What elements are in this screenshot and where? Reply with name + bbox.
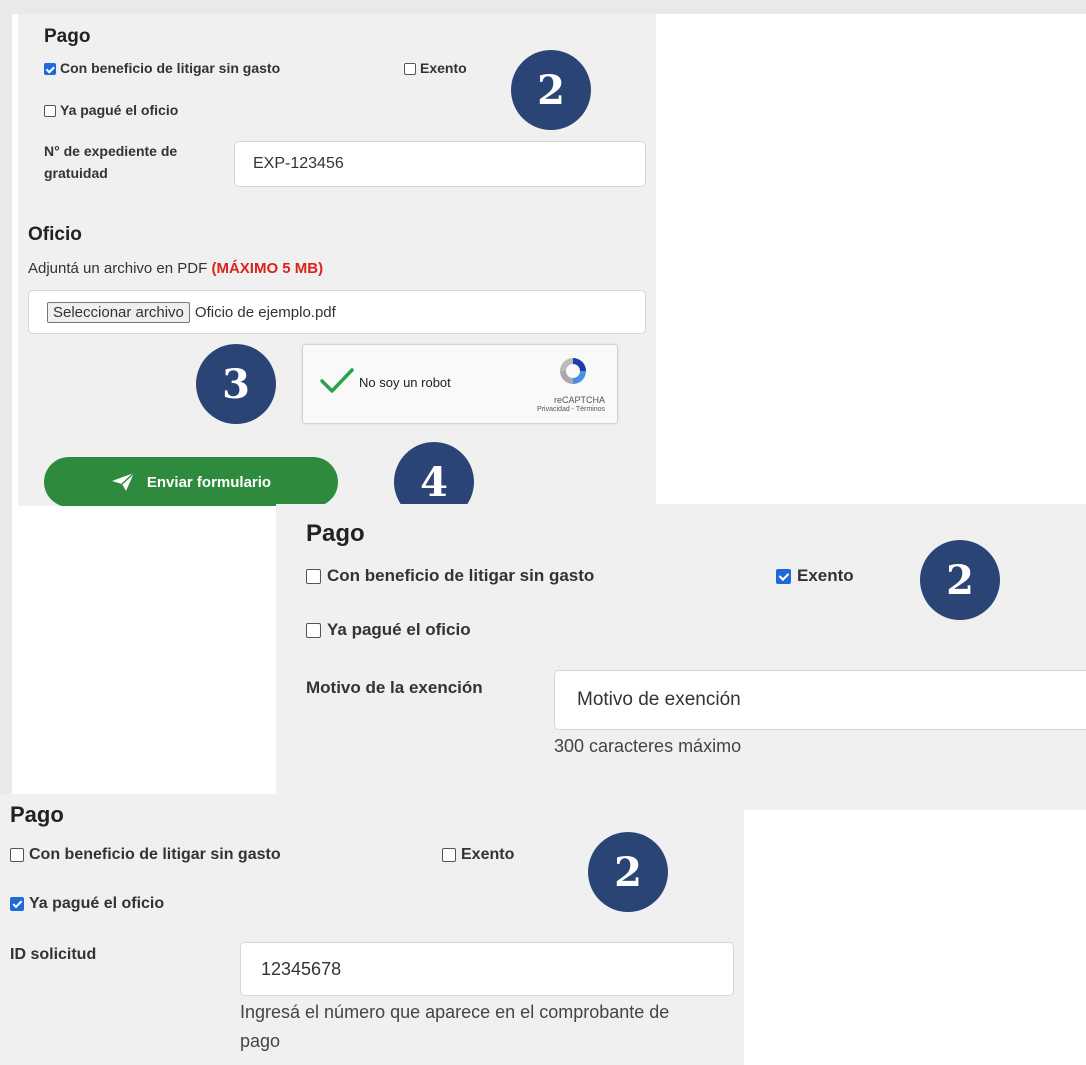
recaptcha-widget[interactable]: No soy un robot reCAPTCHA Privacidad - T… xyxy=(302,344,618,424)
recaptcha-brand: reCAPTCHA xyxy=(553,395,605,405)
id-solicitud-help-line2: pago xyxy=(240,1031,281,1051)
option-litigar-label: Con beneficio de litigar sin gasto xyxy=(60,60,281,76)
file-select-button[interactable]: Seleccionar archivo xyxy=(47,301,190,323)
top-backdrop xyxy=(0,0,1086,14)
option-pague[interactable]: Ya pagué el oficio xyxy=(44,102,178,118)
option-litigar-3-label: Con beneficio de litigar sin gasto xyxy=(29,846,281,863)
expediente-input-value: EXP-123456 xyxy=(253,155,344,172)
motivo-input[interactable]: Motivo de exención xyxy=(554,670,1086,730)
checkbox-exento[interactable] xyxy=(404,63,416,76)
option-pague-3-label: Ya pagué el oficio xyxy=(29,895,165,912)
id-solicitud-input[interactable]: 12345678 xyxy=(240,942,734,996)
option-pague-2-label: Ya pagué el oficio xyxy=(327,620,471,639)
step-badge-3: 3 xyxy=(196,344,276,424)
step-badge-2: 2 xyxy=(511,50,591,130)
oficio-description: Adjuntá un archivo en PDF (MÁXIMO 5 MB) xyxy=(28,260,323,277)
checkbox-litigar-3[interactable] xyxy=(10,847,24,862)
section-title-oficio: Oficio xyxy=(28,224,82,245)
checkbox-litigar-2[interactable] xyxy=(306,569,321,585)
option-litigar-2[interactable]: Con beneficio de litigar sin gasto xyxy=(306,566,594,586)
submit-button-label: Enviar formulario xyxy=(146,473,272,491)
oficio-description-text: Adjuntá un archivo en PDF xyxy=(28,260,208,277)
option-litigar[interactable]: Con beneficio de litigar sin gasto xyxy=(44,60,280,76)
section-title-pago: Pago xyxy=(44,26,91,47)
checkbox-pague-3[interactable] xyxy=(10,896,24,911)
option-exento-3[interactable]: Exento xyxy=(442,846,514,864)
option-litigar-3[interactable]: Con beneficio de litigar sin gasto xyxy=(10,846,281,864)
section-title-pago-3: Pago xyxy=(10,802,64,827)
option-exento-2-label: Exento xyxy=(797,566,854,585)
option-exento-2[interactable]: Exento xyxy=(776,566,854,586)
expediente-label-line1: N° de expediente de xyxy=(44,143,178,159)
left-backdrop xyxy=(0,0,12,800)
paper-plane-icon xyxy=(111,472,135,491)
oficio-max-size: (MÁXIMO 5 MB) xyxy=(211,260,324,277)
pago-panel-pague: Pago Con beneficio de litigar sin gasto … xyxy=(0,794,744,1065)
option-pague-2[interactable]: Ya pagué el oficio xyxy=(306,620,471,640)
checkbox-pague[interactable] xyxy=(44,105,56,118)
option-litigar-2-label: Con beneficio de litigar sin gasto xyxy=(327,566,595,585)
pago-panel-exento: Pago Con beneficio de litigar sin gasto … xyxy=(276,504,1086,810)
recaptcha-logo-icon xyxy=(560,358,586,384)
option-pague-3[interactable]: Ya pagué el oficio xyxy=(10,895,164,913)
checkbox-exento-3[interactable] xyxy=(442,847,456,862)
step-badge-2b: 2 xyxy=(920,540,1000,620)
step-badge-2c: 2 xyxy=(588,832,668,912)
submit-button[interactable]: Enviar formulario xyxy=(44,457,338,506)
id-solicitud-value: 12345678 xyxy=(261,958,342,979)
id-solicitud-help: Ingresá el número que aparece en el comp… xyxy=(240,998,669,1056)
option-exento-3-label: Exento xyxy=(461,846,515,863)
expediente-input[interactable]: EXP-123456 xyxy=(234,141,646,187)
option-pague-label: Ya pagué el oficio xyxy=(60,102,179,118)
option-exento[interactable]: Exento xyxy=(404,60,467,76)
recaptcha-label: No soy un robot xyxy=(359,375,451,390)
section-title-pago-2: Pago xyxy=(306,520,365,547)
file-name: Oficio de ejemplo.pdf xyxy=(194,303,336,321)
id-solicitud-label: ID solicitud xyxy=(10,946,97,963)
file-input[interactable]: Seleccionar archivo Oficio de ejemplo.pd… xyxy=(28,290,646,334)
recaptcha-links[interactable]: Privacidad - Términos xyxy=(537,406,605,413)
expediente-label-line2: gratuidad xyxy=(44,165,108,181)
step-badge-4: 4 xyxy=(394,442,474,506)
pago-panel-litigar: Pago Con beneficio de litigar sin gasto … xyxy=(18,14,656,506)
check-icon xyxy=(320,368,354,393)
checkbox-litigar[interactable] xyxy=(44,63,56,76)
motivo-input-value: Motivo de exención xyxy=(577,689,741,710)
motivo-help: 300 caracteres máximo xyxy=(554,736,742,756)
checkbox-pague-2[interactable] xyxy=(306,623,321,639)
checkbox-exento-2[interactable] xyxy=(776,569,791,585)
motivo-label: Motivo de la exención xyxy=(306,678,483,697)
option-exento-label: Exento xyxy=(420,60,467,76)
id-solicitud-help-line1: Ingresá el número que aparece en el comp… xyxy=(240,1002,670,1022)
expediente-label: N° de expediente de gratuidad xyxy=(44,140,177,184)
